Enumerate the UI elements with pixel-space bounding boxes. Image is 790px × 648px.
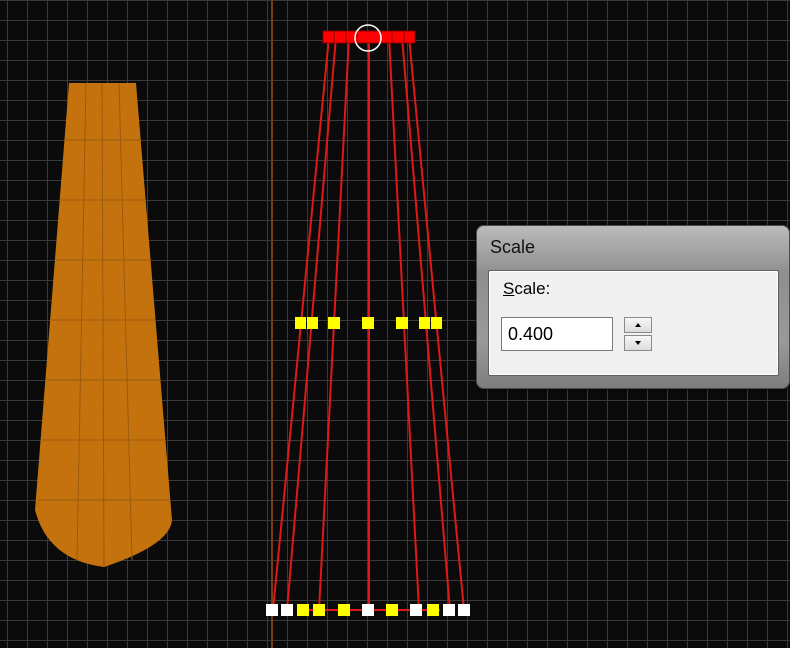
scale-field-label: Scale:: [503, 279, 550, 299]
spin-up-button[interactable]: [624, 317, 652, 333]
scale-field-label-text: cale:: [514, 279, 551, 298]
triangle-up-icon: [635, 323, 641, 327]
scale-field-label-accelerator: S: [503, 279, 515, 298]
spin-down-button[interactable]: [624, 335, 652, 351]
cone-perspective-object[interactable]: [35, 82, 172, 567]
scale-value-input[interactable]: [501, 317, 613, 351]
scale-dialog-body: Scale:: [488, 270, 779, 376]
soft-selected-vertices-middle[interactable]: [295, 317, 442, 329]
triangle-down-icon: [635, 341, 641, 345]
scale-dialog-title: Scale: [490, 237, 536, 257]
selected-vertices-top[interactable]: [322, 30, 416, 44]
scale-dialog[interactable]: Scale Scale:: [476, 225, 790, 389]
scale-spinner[interactable]: [624, 317, 654, 353]
